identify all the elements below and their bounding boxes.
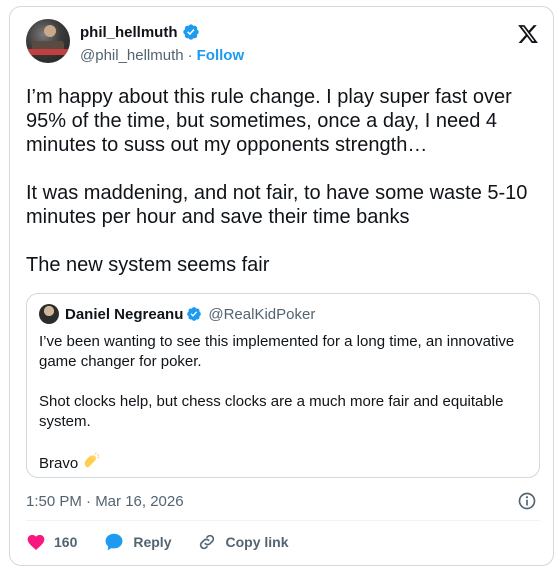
tweet-text: I’m happy about this rule change. I play…: [26, 86, 528, 276]
quoted-author-avatar: [39, 304, 59, 324]
quoted-author-handle: @RealKidPoker: [208, 305, 316, 323]
link-icon: [200, 534, 215, 550]
author-display-name[interactable]: phil_hellmuth: [80, 24, 178, 41]
verified-badge-icon: [182, 24, 199, 40]
actions-divider: [26, 520, 540, 521]
tweet-card: phil_hellmuth @phil_hellmuth · Follow I’…: [9, 6, 554, 566]
reply-button[interactable]: Reply: [103, 531, 171, 553]
reply-label: Reply: [133, 534, 172, 550]
clapping-hands-icon: [85, 452, 100, 468]
verified-badge-icon: [187, 307, 202, 321]
author-handle[interactable]: @phil_hellmuth: [80, 47, 184, 64]
tweet-timestamp[interactable]: 1:50 PM · Mar 16, 2026: [26, 493, 184, 510]
quoted-tweet-body: I’ve been wanting to see this implemente…: [39, 333, 515, 472]
quoted-tweet[interactable]: Daniel Negreanu @RealKidPoker I’ve been …: [26, 293, 540, 478]
quoted-tweet-text: I’ve been wanting to see this implemente…: [39, 332, 527, 474]
reply-bubble-icon: [105, 533, 123, 551]
quoted-tweet-header: Daniel Negreanu @RealKidPoker: [39, 304, 315, 324]
separator-dot: ·: [187, 47, 193, 64]
heart-icon: [27, 534, 45, 550]
tweet-actions: 160 Reply Copy link: [26, 531, 315, 553]
author-name-row: phil_hellmuth: [80, 23, 200, 41]
copy-link-button[interactable]: Copy link: [197, 532, 289, 552]
info-icon[interactable]: [517, 491, 537, 511]
follow-button[interactable]: Follow: [197, 47, 245, 64]
x-logo-icon[interactable]: [517, 23, 539, 45]
author-avatar[interactable]: [26, 19, 70, 63]
like-count: 160: [54, 534, 78, 550]
copy-link-label: Copy link: [225, 534, 289, 550]
author-handle-row: @phil_hellmuth · Follow: [80, 47, 244, 64]
like-button[interactable]: 160: [26, 532, 77, 552]
quoted-author-display-name: Daniel Negreanu: [65, 305, 184, 323]
